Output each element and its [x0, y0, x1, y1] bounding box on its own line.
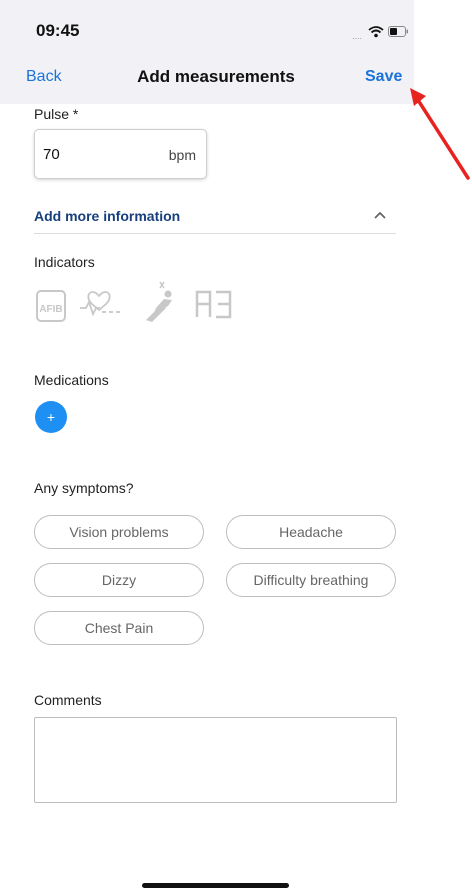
- pulse-value: 70: [43, 146, 60, 163]
- medications-label: Medications: [34, 372, 109, 388]
- posture-icon[interactable]: [142, 280, 180, 324]
- symptom-chip-difficulty-breathing[interactable]: Difficulty breathing: [226, 563, 396, 597]
- annotation-arrow: [410, 88, 470, 180]
- comments-textarea[interactable]: [34, 717, 397, 803]
- pulse-label: Pulse *: [34, 106, 79, 122]
- indicators-label: Indicators: [34, 254, 95, 270]
- afib-icon[interactable]: AFIB: [36, 290, 66, 322]
- navigation-bar: 09:45 .... Back Add measurements Save: [0, 0, 414, 104]
- save-button[interactable]: Save: [365, 68, 402, 86]
- home-indicator: [142, 883, 289, 888]
- heart-pulse-icon[interactable]: [78, 286, 124, 320]
- divider: [34, 233, 396, 234]
- symptom-chip-chest-pain[interactable]: Chest Pain: [34, 611, 204, 645]
- symptoms-label: Any symptoms?: [34, 480, 134, 496]
- pulse-unit: bpm: [168, 147, 196, 163]
- symptom-chip-vision-problems[interactable]: Vision problems: [34, 515, 204, 549]
- comments-label: Comments: [34, 692, 102, 708]
- symptom-chip-dizzy[interactable]: Dizzy: [34, 563, 204, 597]
- add-more-information-toggle[interactable]: Add more information: [34, 208, 180, 224]
- chevron-up-icon[interactable]: [373, 210, 387, 220]
- page-title-text: Add measurements: [137, 67, 295, 86]
- page-title: Add measurements: [0, 67, 414, 87]
- status-time: 09:45: [36, 21, 80, 40]
- signal-icon: ....: [352, 31, 363, 41]
- wifi-icon: [368, 26, 384, 38]
- status-icons: ....: [352, 24, 408, 41]
- a3-icon[interactable]: [194, 288, 234, 320]
- symptom-chip-headache[interactable]: Headache: [226, 515, 396, 549]
- back-button[interactable]: Back: [26, 68, 62, 86]
- battery-icon: [388, 26, 408, 37]
- pulse-field[interactable]: 70 bpm: [34, 129, 207, 179]
- add-medication-button[interactable]: +: [35, 401, 67, 433]
